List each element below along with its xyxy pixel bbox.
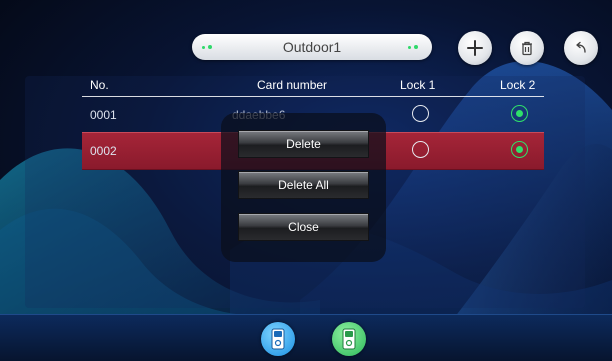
delete-all-menu-button[interactable]: Delete All [238,171,369,199]
trash-icon [522,41,532,56]
title-pill: Outdoor1 [192,34,432,60]
page-title: Outdoor1 [282,39,342,55]
bottom-bar [0,314,612,361]
column-header-card-number: Card number [257,78,328,92]
plus-icon [467,40,483,56]
column-header-lock1: Lock 1 [400,78,436,92]
row-number: 0002 [90,144,117,158]
row-number: 0001 [90,108,117,122]
radio-dot [515,145,523,153]
delete-button[interactable] [510,31,544,65]
close-menu-button[interactable]: Close [238,213,369,241]
status-dots-left [202,44,214,50]
lock1-radio[interactable] [412,141,429,158]
door-station-icon [342,328,356,350]
column-header-lock2: Lock 2 [500,78,536,92]
status-dots-right [408,44,420,50]
screen: Outdoor1 No. Card number Lock 1 Lock 2 0… [0,0,612,361]
add-button[interactable] [458,31,492,65]
lock2-radio[interactable] [511,141,528,158]
lock1-radio[interactable] [412,105,429,122]
lock2-radio[interactable] [511,105,528,122]
delete-menu-button[interactable]: Delete [238,130,369,158]
door-station-2-button[interactable] [332,322,366,356]
door-station-icon [271,328,285,350]
table-header: No. Card number Lock 1 Lock 2 [82,78,544,97]
back-button[interactable] [564,31,598,65]
back-arrow-icon [576,41,586,53]
radio-dot [515,109,523,117]
door-station-1-button[interactable] [261,322,295,356]
column-header-no: No. [90,78,109,92]
